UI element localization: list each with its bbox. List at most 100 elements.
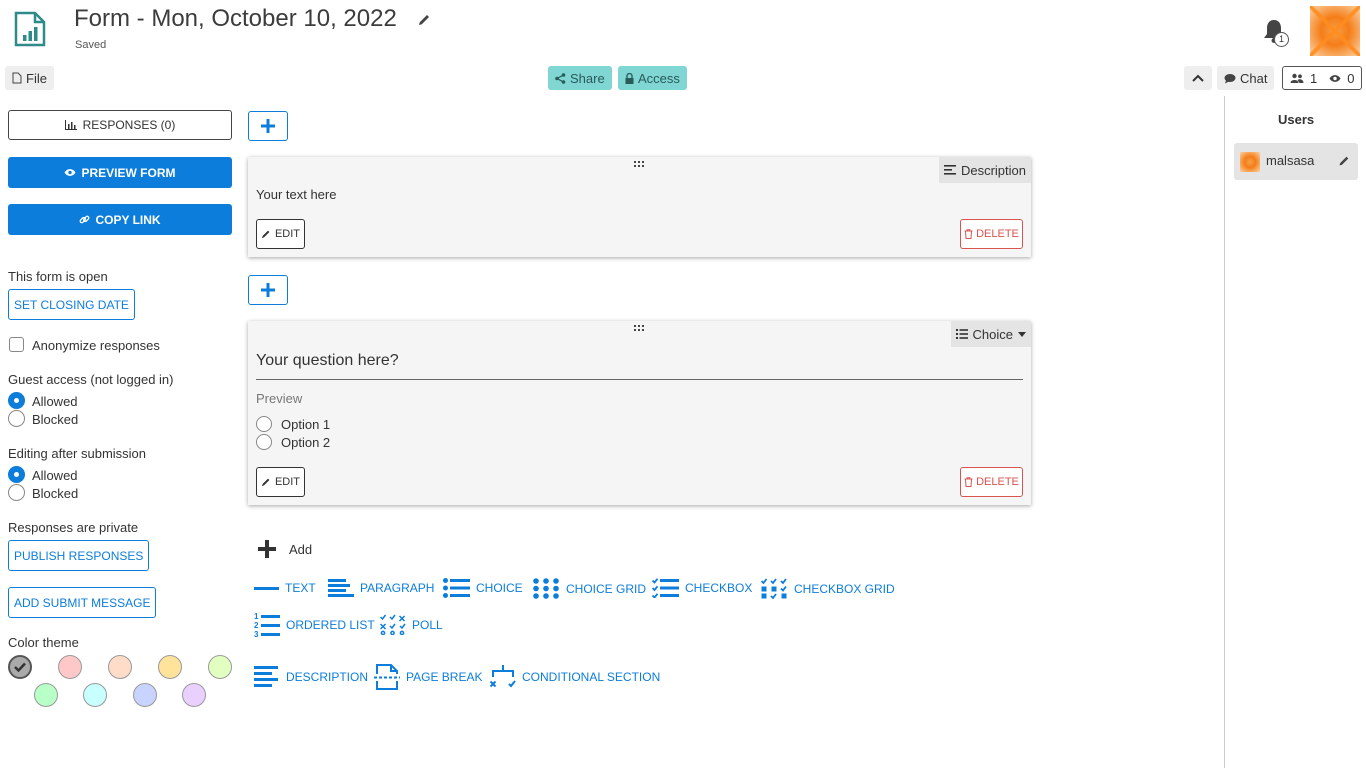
- add-text-label: TEXT: [285, 581, 316, 595]
- editing-after-submission-label: Editing after submission: [8, 446, 147, 461]
- add-checkbox-label: CHECKBOX: [685, 581, 753, 595]
- question-title[interactable]: Your question here?: [256, 352, 399, 370]
- document-title[interactable]: Form - Mon, October 10, 2022: [74, 5, 397, 33]
- block-type-tag: Description: [938, 157, 1031, 183]
- publish-responses-button[interactable]: PUBLISH RESPONSES: [8, 540, 150, 571]
- editing-blocked-radio[interactable]: [8, 484, 25, 501]
- drag-handle-icon[interactable]: [634, 161, 644, 167]
- option-label: Option 2: [281, 435, 331, 450]
- pencil-icon[interactable]: [1338, 155, 1350, 167]
- guest-allowed-radio[interactable]: [8, 392, 25, 409]
- chat-icon: [1224, 73, 1236, 84]
- svg-text:1: 1: [254, 612, 259, 621]
- share-button[interactable]: Share: [548, 66, 612, 90]
- anonymize-checkbox[interactable]: [9, 337, 24, 352]
- conditional-branch-icon: [490, 665, 516, 689]
- add-choice-grid-label: CHOICE GRID: [566, 581, 647, 596]
- description-icon: [254, 665, 280, 689]
- add-checkbox-grid-button[interactable]: CHECKBOX GRID: [761, 578, 895, 599]
- chat-button[interactable]: Chat: [1217, 66, 1275, 90]
- option-radio[interactable]: [256, 416, 272, 432]
- add-submit-message-button[interactable]: ADD SUBMIT MESSAGE: [8, 587, 157, 618]
- responses-button[interactable]: RESPONSES (0): [8, 110, 232, 140]
- save-status: Saved: [75, 39, 107, 51]
- color-swatch[interactable]: [83, 683, 107, 707]
- user-entry[interactable]: malsasa: [1234, 143, 1358, 180]
- drag-handle-icon[interactable]: [634, 325, 644, 331]
- svg-text:2: 2: [254, 621, 259, 630]
- chat-label: Chat: [1240, 70, 1268, 86]
- editing-blocked-label: Blocked: [32, 486, 79, 501]
- guest-blocked-label: Blocked: [32, 412, 79, 427]
- add-page-break-button[interactable]: PAGE BREAK: [374, 664, 482, 690]
- add-checkbox-button[interactable]: CHECKBOX: [652, 578, 752, 598]
- users-panel-divider: [1224, 96, 1225, 768]
- viewers-count: 0: [1347, 70, 1355, 86]
- add-conditional-section-button[interactable]: CONDITIONAL SECTION: [490, 665, 660, 689]
- color-swatch[interactable]: [182, 683, 206, 707]
- add-choice-grid-button[interactable]: CHOICE GRID: [533, 578, 646, 599]
- dot-grid-icon: [533, 578, 560, 599]
- add-ordered-list-button[interactable]: 123 ORDERED LIST: [254, 612, 375, 638]
- add-paragraph-label: PARAGRAPH: [360, 581, 435, 595]
- add-text-button[interactable]: TEXT: [254, 578, 316, 598]
- guest-allowed-label: Allowed: [32, 394, 78, 409]
- pencil-icon: [261, 229, 271, 239]
- collapse-toolbar-button[interactable]: [1184, 66, 1212, 90]
- align-left-icon: [943, 165, 956, 175]
- add-poll-button[interactable]: POLL: [380, 614, 443, 635]
- question-underline: [256, 379, 1023, 380]
- edit-block-button[interactable]: EDIT: [256, 219, 305, 249]
- pencil-icon: [261, 477, 271, 487]
- color-swatch[interactable]: [34, 683, 58, 707]
- access-label: Access: [638, 70, 680, 86]
- add-conditional-section-label: CONDITIONAL SECTION: [522, 670, 661, 684]
- guest-blocked-radio[interactable]: [8, 410, 25, 427]
- preview-form-button[interactable]: PREVIEW FORM: [8, 157, 232, 188]
- color-swatch[interactable]: [108, 655, 132, 679]
- file-menu-button[interactable]: File: [5, 66, 54, 90]
- delete-block-button[interactable]: DELETE: [960, 219, 1023, 249]
- svg-text:3: 3: [254, 630, 259, 638]
- rename-pencil-icon[interactable]: [417, 13, 431, 27]
- add-paragraph-button[interactable]: PARAGRAPH: [328, 578, 434, 598]
- color-swatch[interactable]: [8, 655, 32, 679]
- poll-icon: [380, 614, 406, 635]
- add-poll-label: POLL: [412, 617, 443, 632]
- color-swatch[interactable]: [133, 683, 157, 707]
- bar-chart-icon: [64, 120, 77, 130]
- access-button[interactable]: Access: [618, 66, 687, 90]
- editing-allowed-label: Allowed: [32, 468, 78, 483]
- editing-allowed-radio[interactable]: [8, 466, 25, 483]
- set-closing-date-button[interactable]: SET CLOSING DATE: [8, 289, 135, 320]
- block-type-dropdown[interactable]: Choice: [950, 321, 1031, 347]
- plus-icon: [260, 118, 276, 134]
- copy-link-button[interactable]: COPY LINK: [8, 204, 232, 235]
- edit-block-button[interactable]: EDIT: [256, 467, 305, 497]
- delete-label: DELETE: [976, 476, 1019, 488]
- user-avatar: [1240, 152, 1260, 172]
- user-avatar[interactable]: [1310, 6, 1360, 56]
- users-count: 1: [1310, 70, 1318, 86]
- user-name: malsasa: [1266, 153, 1315, 168]
- responses-label: RESPONSES (0): [82, 118, 176, 132]
- notifications-bell-icon[interactable]: 1: [1262, 18, 1289, 47]
- insert-block-button[interactable]: [248, 111, 288, 141]
- delete-block-button[interactable]: DELETE: [960, 467, 1023, 497]
- preview-form-label: PREVIEW FORM: [81, 165, 176, 180]
- color-swatch[interactable]: [58, 655, 82, 679]
- color-swatch[interactable]: [208, 655, 232, 679]
- form-open-status: This form is open: [8, 269, 108, 284]
- lock-icon: [625, 72, 634, 84]
- add-checkbox-grid-label: CHECKBOX GRID: [794, 581, 895, 596]
- insert-block-button[interactable]: [248, 275, 288, 305]
- link-icon: [79, 214, 90, 225]
- option-radio[interactable]: [256, 434, 272, 450]
- users-viewers-button[interactable]: 1 0: [1282, 66, 1363, 90]
- add-page-break-label: PAGE BREAK: [406, 670, 483, 684]
- caret-down-icon: [1018, 331, 1026, 337]
- color-swatch[interactable]: [158, 655, 182, 679]
- add-description-button[interactable]: DESCRIPTION: [254, 665, 368, 689]
- add-choice-label: CHOICE: [476, 581, 523, 595]
- add-choice-button[interactable]: CHOICE: [443, 578, 523, 598]
